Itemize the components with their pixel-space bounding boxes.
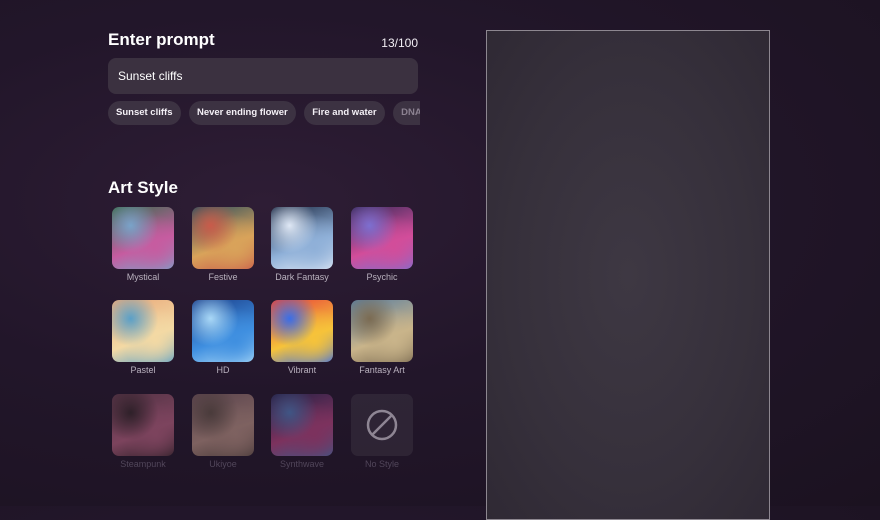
style-tile-pastel[interactable]: Pastel (103, 300, 183, 375)
mystical-thumbnail (112, 207, 174, 269)
char-count: 13/100 (381, 36, 418, 50)
suggestion-chip[interactable]: Sunset cliffs (108, 101, 181, 125)
prompt-title: Enter prompt (108, 30, 215, 49)
dark-fantasy-thumbnail (271, 207, 333, 269)
style-label: HD (216, 365, 230, 375)
style-label: Fantasy Art (359, 365, 405, 375)
style-tile-steampunk[interactable]: Steampunk (103, 394, 183, 469)
psychic-thumbnail (351, 207, 413, 269)
image-preview-panel (486, 30, 770, 520)
style-tile-no-style[interactable]: No Style (342, 394, 422, 469)
suggestion-chip[interactable]: Never ending flower (188, 101, 296, 125)
style-tile-psychic[interactable]: Psychic (342, 207, 422, 282)
style-tile-fantasy-art[interactable]: Fantasy Art (342, 300, 422, 375)
prompt-input[interactable]: Sunset cliffs (108, 58, 418, 94)
style-tile-hd[interactable]: HD (183, 300, 263, 375)
ukiyoe-thumbnail (192, 394, 254, 456)
fantasy-art-thumbnail (351, 300, 413, 362)
art-style-title: Art Style (108, 178, 178, 197)
style-tile-mystical[interactable]: Mystical (103, 207, 183, 282)
suggestion-chip[interactable]: Fire and water (304, 101, 385, 125)
synthwave-thumbnail (271, 394, 333, 456)
style-label: No Style (364, 459, 399, 469)
style-tile-dark-fantasy[interactable]: Dark Fantasy (262, 207, 342, 282)
style-tile-vibrant[interactable]: Vibrant (262, 300, 342, 375)
style-label: Festive (208, 272, 238, 282)
steampunk-thumbnail (112, 394, 174, 456)
suggestion-chip[interactable]: DNA tornado (393, 101, 420, 125)
style-label: Steampunk (120, 459, 166, 469)
hd-thumbnail (192, 300, 254, 362)
style-label: Synthwave (279, 459, 325, 469)
no-style-icon (351, 394, 413, 456)
style-tile-ukiyoe[interactable]: Ukiyoe (183, 394, 263, 469)
suggestion-chips: Sunset cliffs Never ending flower Fire a… (108, 101, 420, 125)
festive-thumbnail (192, 207, 254, 269)
style-tile-synthwave[interactable]: Synthwave (262, 394, 342, 469)
style-label: Pastel (130, 365, 156, 375)
style-label: Psychic (366, 272, 398, 282)
style-label: Ukiyoe (209, 459, 237, 469)
style-label: Mystical (126, 272, 160, 282)
style-label: Dark Fantasy (275, 272, 329, 282)
vibrant-thumbnail (271, 300, 333, 362)
style-label: Vibrant (287, 365, 317, 375)
pastel-thumbnail (112, 300, 174, 362)
style-tile-festive[interactable]: Festive (183, 207, 263, 282)
